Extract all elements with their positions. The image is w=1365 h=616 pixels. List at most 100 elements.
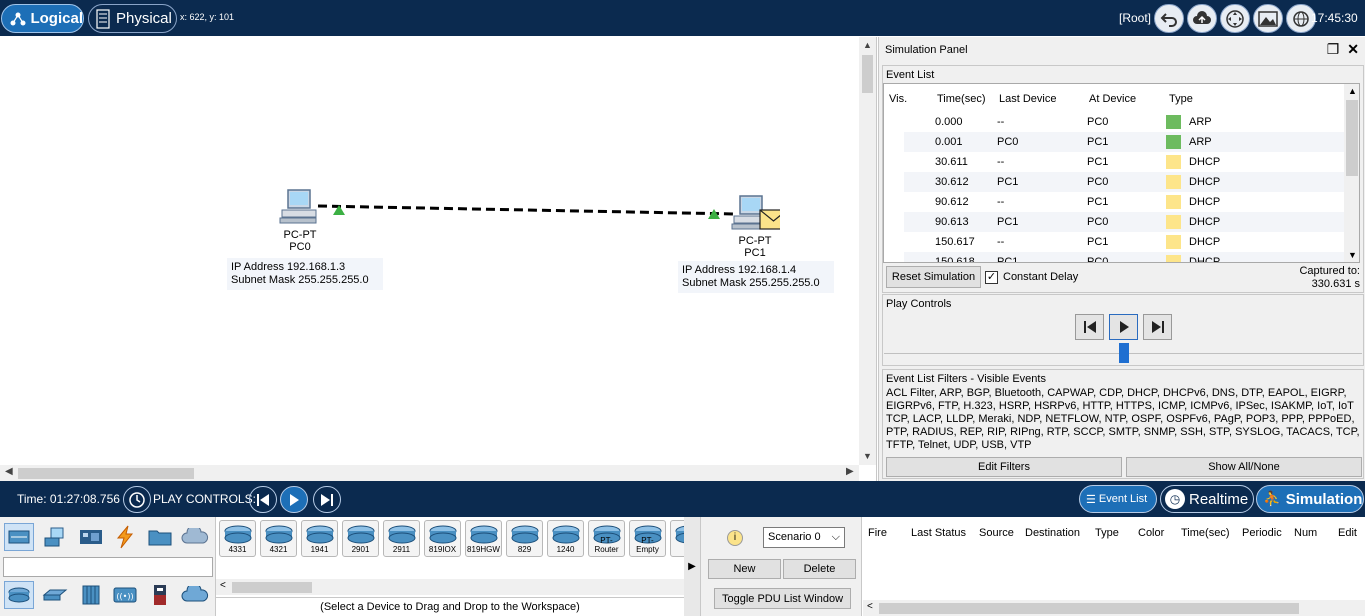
event-row[interactable]: 150.617 -- PC1 DHCP (904, 232, 1344, 252)
scrollbar-thumb[interactable] (18, 468, 194, 479)
column-header[interactable]: Edit (1338, 527, 1357, 539)
constant-delay-checkbox[interactable]: ✓ (985, 271, 998, 284)
device-model-tile[interactable]: 1240 (547, 520, 584, 557)
event-row[interactable]: 30.612 PC1 PC0 DHCP (904, 172, 1344, 192)
logical-workspace[interactable]: PC-PT PC0 IP Address 192.168.1.3 Subnet … (0, 37, 877, 481)
scenario-info-icon[interactable]: i (727, 530, 743, 546)
device-model-tile[interactable]: 4331 (219, 520, 256, 557)
delete-scenario-button[interactable]: Delete (783, 559, 856, 579)
device-model-tile[interactable]: 2911 (383, 520, 420, 557)
event-list-scrollbar[interactable]: ▲ ▼ (1344, 84, 1359, 262)
reset-time-icon[interactable] (123, 486, 151, 513)
workspace-vertical-scrollbar[interactable]: ▲ ▼ (859, 37, 876, 465)
panel-collapse-icon[interactable]: ▶ (684, 517, 700, 616)
scrollbar-thumb[interactable] (879, 603, 1299, 614)
back-icon[interactable] (1154, 4, 1184, 33)
scroll-up-icon[interactable]: ▲ (1348, 86, 1357, 96)
misc-folder-icon[interactable] (145, 523, 175, 551)
column-header[interactable]: Time(sec) (1181, 527, 1229, 539)
device-model-tile[interactable]: 2901 (342, 520, 379, 557)
wireless-devices-icon[interactable]: ((•)) (110, 581, 140, 609)
column-header[interactable]: Last Status (911, 527, 966, 539)
device-pc0[interactable]: PC-PT PC0 (270, 188, 330, 253)
restore-icon[interactable]: ❐ (1327, 41, 1340, 58)
end-devices-icon[interactable] (40, 523, 70, 551)
play-button[interactable] (1109, 314, 1138, 340)
event-row[interactable]: 0.001 PC0 PC1 ARP (904, 132, 1344, 152)
device-pc1[interactable]: PC-PT PC1 (724, 194, 788, 259)
pdu-list-scrollbar[interactable]: < (863, 600, 1365, 616)
workspace-horizontal-scrollbar[interactable]: ◀ ▶ (0, 465, 859, 481)
device-model-tile[interactable]: 829 (506, 520, 543, 557)
column-header[interactable]: Time(sec) (937, 93, 985, 105)
model-list-scrollbar[interactable]: < (216, 579, 684, 595)
scroll-up-icon[interactable]: ▲ (863, 40, 872, 50)
scroll-left-icon[interactable]: < (867, 601, 873, 612)
show-all-none-button[interactable]: Show All/None (1126, 457, 1362, 477)
back-step-icon[interactable] (249, 486, 277, 513)
multiuser-cloud-icon[interactable] (180, 523, 210, 551)
column-header[interactable]: Periodic (1242, 527, 1282, 539)
column-header[interactable]: At Device (1089, 93, 1136, 105)
device-model-tile[interactable]: PT-Empty (629, 520, 666, 557)
column-header[interactable]: Last Device (999, 93, 1056, 105)
column-header[interactable]: Destination (1025, 527, 1080, 539)
scrollbar-thumb[interactable] (862, 55, 873, 93)
forward-step-icon[interactable] (313, 486, 341, 513)
scrollbar-thumb[interactable] (232, 582, 312, 593)
simulation-mode-button[interactable]: ⛹ Simulation (1256, 485, 1364, 513)
cloud-upload-icon[interactable] (1187, 4, 1217, 33)
column-header[interactable]: Type (1095, 527, 1119, 539)
event-type: DHCP (1189, 156, 1221, 168)
speed-slider-thumb[interactable] (1119, 343, 1129, 363)
device-model-tile[interactable]: 819HGW (465, 520, 502, 557)
realtime-mode-button[interactable]: ◷ Realtime (1160, 485, 1254, 513)
scroll-down-icon[interactable]: ▼ (863, 451, 872, 461)
new-scenario-button[interactable]: New (708, 559, 781, 579)
event-row[interactable]: 150.618 PC1 PC0 DHCP (904, 252, 1344, 262)
column-header[interactable]: Vis. (889, 93, 907, 105)
device-model-tile[interactable]: 4321 (260, 520, 297, 557)
scroll-right-icon[interactable]: ▶ (846, 466, 854, 477)
physical-view-button[interactable]: Physical (88, 4, 177, 33)
switches-icon[interactable] (40, 581, 70, 609)
column-header[interactable]: Fire (868, 527, 887, 539)
network-devices-icon[interactable] (4, 523, 34, 551)
column-header[interactable]: Color (1138, 527, 1164, 539)
reset-simulation-button[interactable]: Reset Simulation (886, 266, 981, 288)
event-row[interactable]: 90.613 PC1 PC0 DHCP (904, 212, 1344, 232)
wan-emulation-icon[interactable] (180, 581, 210, 609)
step-forward-button[interactable] (1143, 314, 1172, 340)
event-row[interactable]: 30.611 -- PC1 DHCP (904, 152, 1344, 172)
column-header[interactable]: Type (1169, 93, 1193, 105)
navigation-pad-icon[interactable] (1220, 4, 1250, 33)
edit-filters-button[interactable]: Edit Filters (886, 457, 1122, 477)
event-row[interactable]: 90.612 -- PC1 DHCP (904, 192, 1344, 212)
toggle-pdu-list-button[interactable]: Toggle PDU List Window (714, 588, 851, 609)
event-row[interactable]: 0.000 -- PC0 ARP (904, 112, 1344, 132)
scroll-left-icon[interactable]: ◀ (5, 466, 13, 477)
close-icon[interactable]: ✕ (1347, 41, 1359, 58)
scrollbar-thumb[interactable] (1346, 100, 1358, 176)
step-back-icon (1083, 321, 1096, 333)
routers-icon[interactable] (4, 581, 34, 609)
background-image-icon[interactable] (1253, 4, 1283, 33)
device-model-tile[interactable]: 819IOX (424, 520, 461, 557)
scenario-dropdown[interactable]: Scenario 0 ⌵ (763, 527, 845, 548)
hubs-icon[interactable] (76, 581, 106, 609)
play-icon[interactable] (280, 486, 308, 513)
play-controls-label: PLAY CONTROLS: (153, 492, 256, 506)
device-model-tile[interactable]: PT-Router (588, 520, 625, 557)
column-header[interactable]: Source (979, 527, 1014, 539)
root-location-label[interactable]: [Root] (1119, 11, 1151, 25)
scroll-left-icon[interactable]: < (220, 580, 226, 591)
event-list-toggle-button[interactable]: ☰ Event List (1079, 485, 1157, 513)
logical-view-button[interactable]: Logical (1, 4, 84, 33)
step-back-button[interactable] (1075, 314, 1104, 340)
components-icon[interactable] (76, 523, 106, 551)
device-model-tile[interactable]: 1941 (301, 520, 338, 557)
scroll-down-icon[interactable]: ▼ (1348, 250, 1357, 260)
column-header[interactable]: Num (1294, 527, 1317, 539)
connections-lightning-icon[interactable] (110, 523, 140, 551)
security-devices-icon[interactable] (145, 581, 175, 609)
